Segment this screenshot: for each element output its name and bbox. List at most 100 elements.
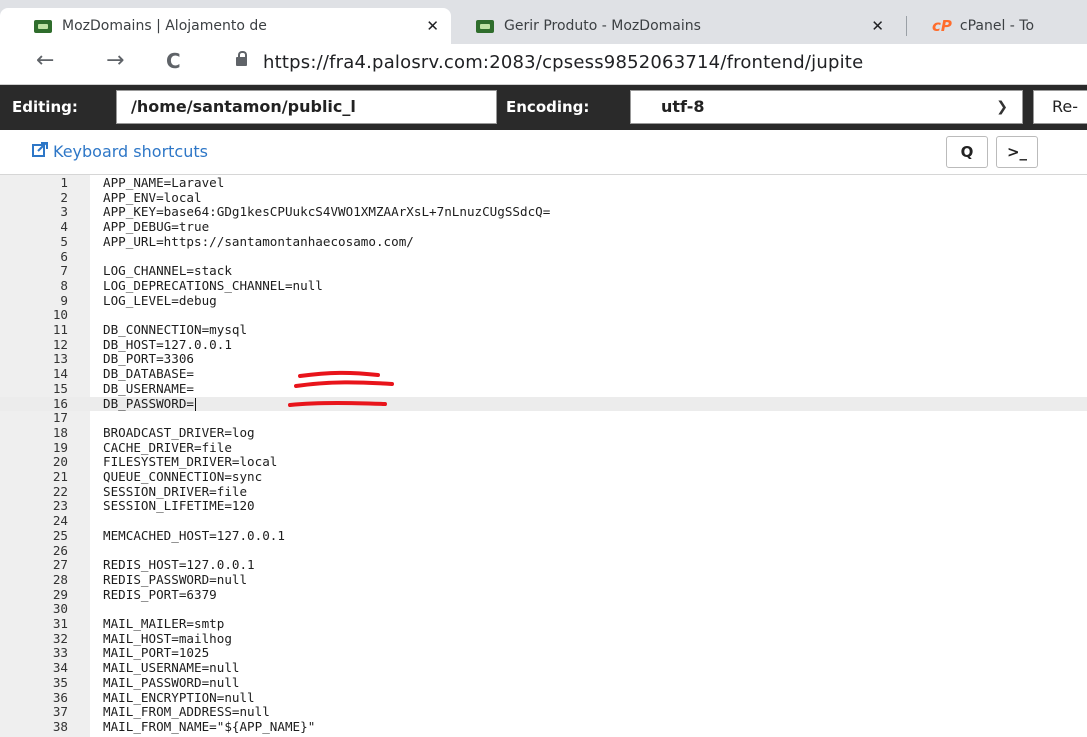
line-number: 20 <box>52 454 68 470</box>
code-line[interactable]: 37 MAIL_FROM_ADDRESS=null <box>0 704 1087 720</box>
code-line[interactable]: 1 APP_NAME=Laravel <box>0 175 1087 191</box>
code-text: DB_PASSWORD= <box>103 395 194 411</box>
code-text: QUEUE_CONNECTION=sync <box>103 469 263 484</box>
line-number: 1 <box>60 175 68 190</box>
code-text: APP_KEY=base64:GDg1kesCPUukcS4VWO1XMZAAr… <box>103 204 551 220</box>
code-text: FILESYSTEM_DRIVER=local <box>103 454 278 470</box>
code-line[interactable]: 21 QUEUE_CONNECTION=sync <box>0 469 1087 485</box>
browser-tab-gerir-produto[interactable]: Gerir Produto - MozDomains ✕ <box>456 8 896 44</box>
editor-shortcuts-bar: Keyboard shortcuts Q >_ <box>0 135 1087 171</box>
reopen-button[interactable]: Re- <box>1033 90 1087 124</box>
code-text: APP_URL=https://santamontanhaecosamo.com… <box>103 233 414 249</box>
code-line[interactable]: 31 MAIL_MAILER=smtp <box>0 616 1087 632</box>
forward-arrow-icon[interactable]: → <box>106 48 124 73</box>
code-line[interactable]: 11 DB_CONNECTION=mysql <box>0 322 1087 338</box>
code-line[interactable]: 13 DB_PORT=3306 <box>0 352 1087 367</box>
encoding-value: utf-8 <box>661 97 705 116</box>
line-number: 37 <box>52 704 68 720</box>
code-line[interactable]: 23 SESSION_LIFETIME=120 <box>0 499 1087 514</box>
code-text: DB_USERNAME= <box>103 380 194 396</box>
code-text: REDIS_HOST=127.0.0.1 <box>103 557 255 573</box>
line-number: 11 <box>52 322 68 337</box>
code-line[interactable]: 14 DB_DATABASE= <box>0 366 1087 382</box>
close-icon[interactable]: ✕ <box>871 17 884 35</box>
line-number: 22 <box>52 483 68 499</box>
line-number: 38 <box>52 718 68 734</box>
lock-icon[interactable] <box>236 51 247 66</box>
tab-title: Gerir Produto - MozDomains <box>504 18 701 34</box>
code-text: CACHE_DRIVER=file <box>103 439 232 455</box>
code-text: LOG_CHANNEL=stack <box>103 263 232 279</box>
reload-icon[interactable]: C <box>166 49 181 73</box>
line-number: 26 <box>52 542 68 558</box>
code-line[interactable]: 8 LOG_DEPRECATIONS_CHANNEL=null <box>0 277 1087 294</box>
code-line[interactable]: 9 LOG_LEVEL=debug <box>0 293 1087 309</box>
code-line[interactable]: 33 MAIL_PORT=1025 <box>0 646 1087 661</box>
line-number: 30 <box>52 601 68 617</box>
back-arrow-icon[interactable]: ← <box>36 48 54 73</box>
line-number: 13 <box>52 351 68 367</box>
code-line[interactable]: 15 DB_USERNAME= <box>0 380 1087 397</box>
code-line[interactable]: 25 MEMCACHED_HOST=127.0.0.1 <box>0 528 1087 544</box>
code-line[interactable]: 19 CACHE_DRIVER=file <box>0 439 1087 456</box>
code-line[interactable]: 38 MAIL_FROM_NAME="${APP_NAME}" <box>0 718 1087 735</box>
code-line[interactable]: 27 REDIS_HOST=127.0.0.1 <box>0 557 1087 573</box>
code-line[interactable]: 20 FILESYSTEM_DRIVER=local <box>0 455 1087 470</box>
code-line[interactable]: 34 MAIL_USERNAME=null <box>0 660 1087 676</box>
code-line[interactable]: 10 <box>0 308 1087 323</box>
chevron-down-icon: ❯ <box>996 99 1008 115</box>
browser-tab-strip: MozDomains | Alojamento de ✕ Gerir Produ… <box>0 0 1087 44</box>
line-number: 6 <box>60 248 68 264</box>
code-line[interactable]: 16 DB_PASSWORD= <box>0 395 1087 412</box>
code-line[interactable]: 3 APP_KEY=base64:GDg1kesCPUukcS4VWO1XMZAA… <box>0 205 1087 220</box>
code-line[interactable]: 4 APP_DEBUG=true <box>0 219 1087 235</box>
close-icon[interactable]: ✕ <box>426 17 439 35</box>
code-text: SESSION_DRIVER=file <box>103 483 248 499</box>
code-line[interactable]: 18 BROADCAST_DRIVER=log <box>0 425 1087 441</box>
code-text: MAIL_FROM_ADDRESS=null <box>103 704 270 720</box>
file-path-field[interactable]: /home/santamon/public_l <box>116 90 497 124</box>
code-line[interactable]: 22 SESSION_DRIVER=file <box>0 483 1087 500</box>
tab-title: cPanel - To <box>959 18 1035 34</box>
keyboard-shortcuts-link[interactable]: Keyboard shortcuts <box>32 142 208 161</box>
code-text: LOG_DEPRECATIONS_CHANNEL=null <box>103 277 323 293</box>
browser-tab-cpanel[interactable]: cP cPanel - To <box>916 8 1087 44</box>
line-number: 2 <box>60 189 68 205</box>
search-button[interactable]: Q <box>946 136 988 168</box>
code-line[interactable]: 30 <box>0 602 1087 617</box>
code-line[interactable]: 28 REDIS_PASSWORD=null <box>0 572 1087 588</box>
code-text: MAIL_USERNAME=null <box>103 660 240 676</box>
code-line[interactable]: 26 <box>0 542 1087 559</box>
browser-tab-mozdomains[interactable]: MozDomains | Alojamento de ✕ <box>0 8 451 44</box>
code-line[interactable]: 12 DB_HOST=127.0.0.1 <box>0 336 1087 353</box>
code-line[interactable]: 2 APP_ENV=local <box>0 189 1087 206</box>
code-text: APP_NAME=Laravel <box>103 175 225 190</box>
code-line[interactable]: 7 LOG_CHANNEL=stack <box>0 263 1087 279</box>
code-text: MAIL_PASSWORD=null <box>103 674 240 690</box>
code-editor[interactable]: 1 APP_NAME=Laravel 2 APP_ENV=local 3 APP_KEY=… <box>0 174 1087 737</box>
cpanel-icon: cP <box>932 17 952 35</box>
terminal-button[interactable]: >_ <box>996 136 1038 168</box>
line-number: 8 <box>60 277 68 293</box>
code-text: DB_CONNECTION=mysql <box>103 322 248 337</box>
editing-label: Editing: <box>12 98 78 116</box>
line-number: 32 <box>52 630 68 646</box>
code-line[interactable]: 35 MAIL_PASSWORD=null <box>0 674 1087 691</box>
line-number: 34 <box>52 660 68 676</box>
code-line[interactable]: 24 <box>0 513 1087 529</box>
search-icon: Q <box>960 143 974 161</box>
code-line[interactable]: 29 REDIS_PORT=6379 <box>0 587 1087 603</box>
encoding-select[interactable]: utf-8 ❯ <box>630 90 1023 124</box>
code-line[interactable]: 6 <box>0 248 1087 265</box>
code-line[interactable]: 5 APP_URL=https://santamontanhaecosamo.co… <box>0 233 1087 250</box>
line-number: 19 <box>52 439 68 455</box>
browser-toolbar: ← → C https://fra4.palosrv.com:2083/cpse… <box>0 44 1087 85</box>
code-text: DB_HOST=127.0.0.1 <box>103 336 232 352</box>
code-line[interactable]: 17 <box>0 410 1087 426</box>
line-number: 27 <box>52 557 68 573</box>
code-line[interactable]: 36 MAIL_ENCRYPTION=null <box>0 690 1087 706</box>
code-line[interactable]: 32 MAIL_HOST=mailhog <box>0 630 1087 647</box>
address-bar[interactable]: https://fra4.palosrv.com:2083/cpsess9852… <box>263 52 863 73</box>
line-number: 17 <box>52 410 68 426</box>
line-number: 15 <box>52 380 68 396</box>
